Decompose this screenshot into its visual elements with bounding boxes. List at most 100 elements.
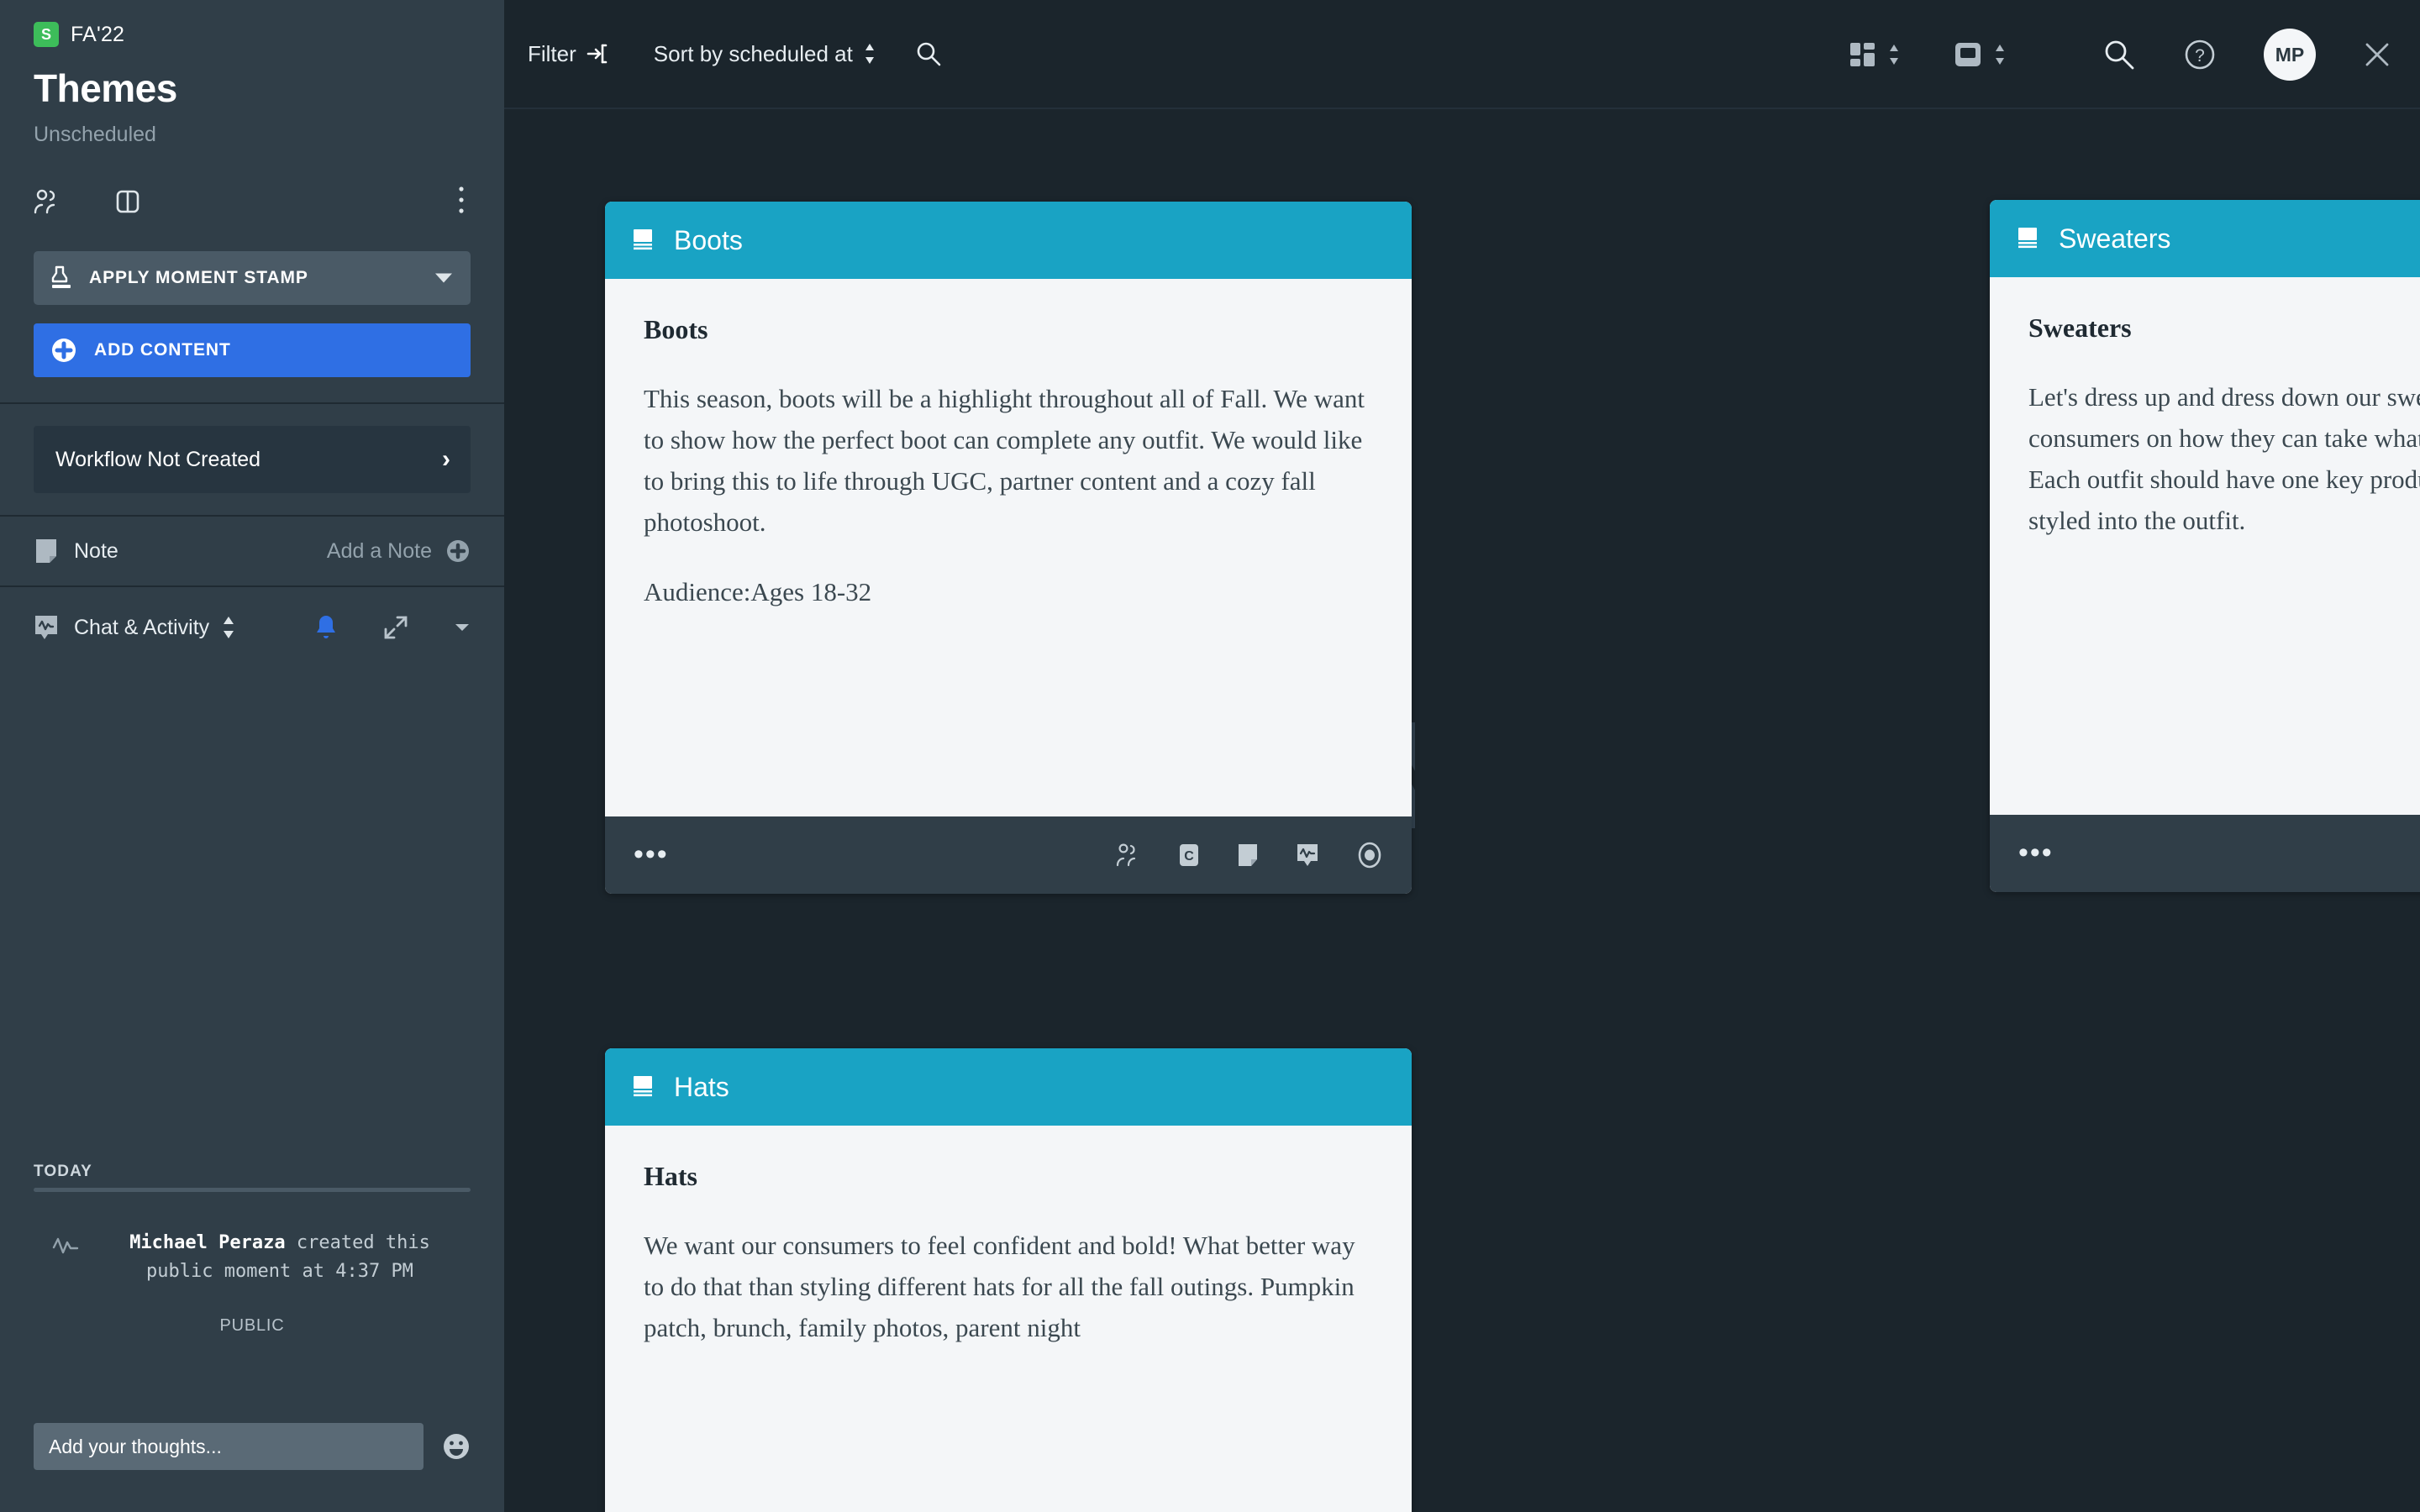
- workflow-section: Workflow Not Created ›: [0, 404, 504, 515]
- activity-icon: [34, 614, 59, 641]
- card-body: Hats We want our consumers to feel confi…: [605, 1126, 1412, 1512]
- sort-selector[interactable]: Sort by scheduled at: [654, 41, 876, 67]
- card-header-title: Hats: [674, 1071, 729, 1102]
- card-header: Boots: [605, 202, 1412, 279]
- layout-grid-icon: [1849, 40, 1877, 69]
- card-sweaters[interactable]: Sweaters Sweaters Let's dress up and dre…: [1990, 200, 2420, 892]
- emoji-icon[interactable]: [442, 1432, 471, 1461]
- card-body-title: Hats: [644, 1161, 697, 1191]
- card-type-icon: [2015, 226, 2040, 251]
- add-content-label: ADD CONTENT: [94, 340, 231, 360]
- sort-updown-icon[interactable]: [863, 42, 876, 66]
- card-header: Hats: [605, 1048, 1412, 1126]
- sort-label: Sort by scheduled at: [653, 40, 853, 66]
- cards-board: N Boots Boots This season, boots will be…: [504, 109, 2420, 1512]
- board-search-icon[interactable]: [915, 40, 942, 67]
- card-boots[interactable]: Boots Boots This season, boots will be a…: [605, 202, 1412, 894]
- visibility-badge: PUBLIC: [219, 1316, 285, 1335]
- sidebar: S FA'22 Themes Unscheduled APPLY MOMENT …: [0, 0, 504, 1512]
- more-vertical-icon[interactable]: [457, 186, 466, 214]
- card-body: Boots This season, boots will be a highl…: [605, 279, 1412, 816]
- card-more-icon[interactable]: •••: [634, 841, 669, 869]
- people-icon[interactable]: [1116, 843, 1141, 867]
- apply-moment-stamp-label: APPLY MOMENT STAMP: [89, 268, 308, 287]
- status-circle-icon[interactable]: [1356, 842, 1383, 869]
- note-icon: [34, 538, 59, 564]
- workflow-label: Workflow Not Created: [55, 447, 261, 471]
- add-note-plus-icon[interactable]: [445, 538, 471, 564]
- layout-updown-icon[interactable]: [1887, 43, 1901, 66]
- card-size-icon: [1953, 40, 1983, 69]
- toolbar-right: ? MP: [2055, 0, 2391, 109]
- card-size-updown-icon[interactable]: [1993, 43, 2007, 66]
- page-subtitle: Unscheduled: [34, 123, 156, 146]
- comment-input[interactable]: [34, 1423, 424, 1470]
- card-footer: ••• C: [1990, 815, 2420, 892]
- feed-item: Michael Peraza created this public momen…: [34, 1229, 471, 1286]
- expand-icon[interactable]: [383, 615, 408, 640]
- filter-enter-icon: [587, 43, 608, 65]
- card-more-icon[interactable]: •••: [2018, 839, 2054, 867]
- card-body: Sweaters Let's dress up and dress down o…: [1990, 277, 2420, 815]
- project-name: FA'22: [71, 22, 125, 46]
- sort-updown-icon[interactable]: [221, 615, 236, 640]
- card-paragraph: This season, boots will be a highlight t…: [644, 384, 1365, 537]
- card-paragraph: Audience:Ages 18-32: [644, 576, 872, 606]
- activity-icon[interactable]: [1296, 843, 1319, 868]
- chat-activity-row[interactable]: Chat & Activity: [0, 587, 504, 668]
- add-content-button[interactable]: ADD CONTENT: [34, 323, 471, 377]
- content-icon[interactable]: C: [1178, 843, 1200, 868]
- help-circle-icon[interactable]: ?: [2183, 38, 2217, 71]
- card-paragraph: We want our consumers to feel confident …: [644, 1231, 1355, 1342]
- sidebar-header: S FA'22 Themes Unscheduled: [0, 0, 504, 221]
- card-hats[interactable]: Hats Hats We want our consumers to feel …: [605, 1048, 1412, 1512]
- people-icon[interactable]: [34, 189, 62, 214]
- toolbar: Filter Sort by scheduled at ? MP: [504, 0, 2420, 109]
- card-footer: ••• C: [605, 816, 1412, 894]
- bell-icon[interactable]: [314, 614, 338, 641]
- layout-selector[interactable]: [1849, 40, 1901, 69]
- card-paragraph: Let's dress up and dress down our sweate…: [2028, 382, 2420, 535]
- card-body-title: Boots: [644, 314, 708, 344]
- card-header: Sweaters: [1990, 200, 2420, 277]
- main-panel: Filter Sort by scheduled at ? MP Boots B…: [504, 0, 2420, 1512]
- workflow-row[interactable]: Workflow Not Created ›: [34, 426, 471, 493]
- close-icon[interactable]: [2363, 40, 2391, 69]
- chat-collapse-chevron-icon[interactable]: [454, 622, 471, 633]
- global-search-icon[interactable]: [2102, 38, 2136, 71]
- card-size-selector[interactable]: [1953, 40, 2007, 69]
- project-row[interactable]: S FA'22: [34, 22, 471, 47]
- chevron-right-icon[interactable]: ›: [442, 447, 450, 472]
- card-body-title: Sweaters: [2028, 312, 2132, 343]
- feed-author: Michael Peraza: [129, 1231, 286, 1253]
- app-root: S FA'22 Themes Unscheduled APPLY MOMENT …: [0, 0, 2420, 1512]
- project-badge: S: [34, 22, 59, 47]
- comment-composer: [34, 1423, 471, 1470]
- card-type-icon: [630, 1074, 655, 1100]
- feed-text: Michael Peraza created this public momen…: [97, 1229, 471, 1286]
- chat-activity-label: Chat & Activity: [74, 615, 210, 639]
- card-header-title: Boots: [674, 224, 743, 255]
- plus-circle-icon: [50, 337, 77, 364]
- toolbar-center: [1849, 0, 2007, 109]
- note-row[interactable]: Note Add a Note: [0, 515, 504, 587]
- filter-button[interactable]: Filter: [528, 41, 608, 67]
- page-title: Themes: [34, 66, 177, 110]
- apply-moment-stamp-button[interactable]: APPLY MOMENT STAMP: [34, 251, 471, 305]
- card-type-icon: [630, 228, 655, 253]
- svg-text:?: ?: [2195, 46, 2205, 66]
- board-icon[interactable]: [114, 188, 141, 215]
- chevron-down-icon[interactable]: [435, 273, 452, 283]
- svg-text:C: C: [1184, 849, 1194, 864]
- stamp-icon: [50, 265, 72, 291]
- toolbar-left: Filter Sort by scheduled at: [504, 40, 942, 67]
- today-group: TODAY Michael Peraza created this public…: [34, 1163, 471, 1336]
- feed-activity-icon: [34, 1229, 97, 1286]
- avatar[interactable]: MP: [2264, 29, 2316, 81]
- note-label: Note: [74, 538, 118, 563]
- activity-feed: TODAY Michael Peraza created this public…: [0, 668, 504, 1512]
- filter-label: Filter: [528, 40, 576, 66]
- add-a-note-label[interactable]: Add a Note: [327, 539, 432, 564]
- note-icon[interactable]: [1237, 843, 1259, 868]
- sidebar-icon-row: [34, 182, 471, 221]
